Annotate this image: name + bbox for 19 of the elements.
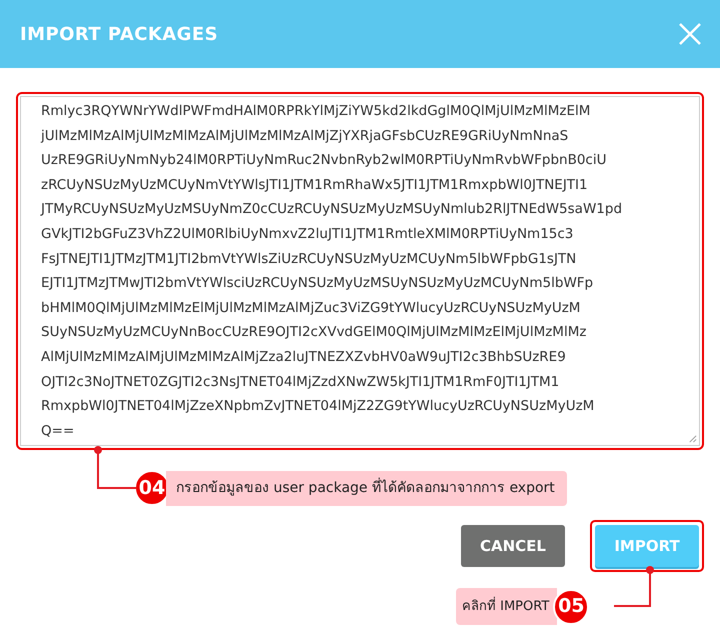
field-text-line: UzRE9GRiUyNmNyb24lM0RPTiUyNmRuc2NvbnRyb2wlM0RPTiUyNmRvbWFpbnB0ciU (41, 151, 606, 170)
field-text-line: jUlMzMlMzAlMjUlMzMlMzAlMjUlMzMlMzAlMjZjYXRjaGFsbCUzRE9GRiUyNmNnaS (41, 126, 568, 146)
field-text-line: SUyNSUzMyUzMCUyNnBocCUzRE9OJTI2cXVvdGElM0QlMjUlMzMlMzElMjUlMzMlMz (41, 323, 586, 342)
annotation-label: กรอกข้อมูลของ user package ที่ได้คัดลอกมาจากการ export (166, 470, 567, 506)
field-text-line: EJTI1JTMzJTMwJTI2bmVtYWlsciUzRCUyNSUzMyUzMSUyNSUzMyUzMCUyNm5lbWFp (41, 274, 594, 294)
field-text-line: FsJTNEJTI1JTMzJTM1JTI2bmVtYWlsZiUzRCUyNSUzMyUzMCUyNm5lbWFpbG1sJTN (41, 250, 576, 269)
field-text-line: Q== (41, 422, 74, 441)
dialog-title: IMPORT PACKAGES (20, 22, 218, 46)
field-text-line: JTMyRCUyNSUzMyUzMSUyNmZ0cCUzRCUyNSUzMyUzMSUyNmlub2RlJTNEdW5saW1pd (41, 200, 622, 220)
field-text-line: zRCUyNSUzMyUzMCUyNmVtYWlsJTI1JTM1RmRhaWx5JTI1JTM1RmxpbWl0JTNEJTI1 (41, 176, 588, 195)
field-text-line: AlMjUlMzMlMzAlMjUlMzMlMzAlMjZza2luJTNEZXZvbHV0aW9uJTI2c3BhbSUzRE9 (41, 348, 566, 367)
field-text-line: Rmlyc3RQYWNrYWdlPWFmdHAlM0RPRkYlMjZiYW5kd2lkdGglM0QlMjUlMzMlMzElM (41, 102, 590, 121)
annotation-label: คลิกที่ IMPORT (456, 588, 558, 625)
field-text-line: GVkJTI2bGFuZ3VhZ2UlM0RlbiUyNmxvZ2luJTI1JTM1RmtleXMlM0RPTiUyNm15c3 (41, 224, 574, 244)
step-number: 05 (553, 588, 590, 624)
field-text-line: bHMlM0QlMjUlMzMlMzElMjUlMzMlMzAlMjZuc3ViZG9tYWlucyUzRCUyNSUzMyUzM (41, 298, 580, 318)
cancel-button[interactable]: CANCEL (461, 525, 565, 567)
field-text-line: RmxpbWl0JTNET04lMjZzeXNpbmZvJTNET04lMjZ2ZG9tYWlucyUzRCUyNSUzMyUzM (41, 397, 594, 416)
field-text-line: OJTI2c3NoJTNET0ZGJTI2c3NsJTNET04lMjZzdXNwZW5kJTI1JTM1RmF0JTI1JTM1 (41, 372, 560, 392)
